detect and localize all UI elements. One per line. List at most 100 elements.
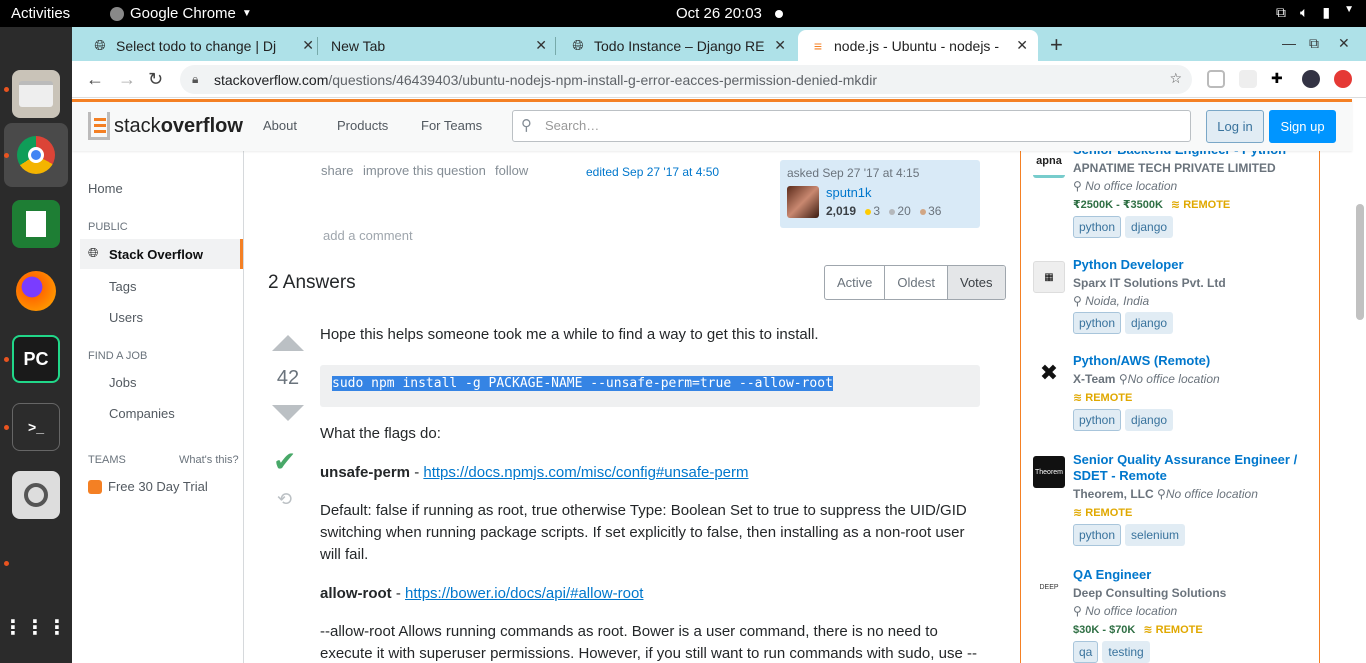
maximize-button[interactable]: ⧉	[1309, 35, 1319, 52]
close-icon[interactable]: ✕	[535, 37, 547, 54]
search-input[interactable]: ⚲ Search…	[512, 110, 1191, 142]
nav-companies[interactable]: Companies	[109, 406, 175, 421]
nav-about[interactable]: About	[263, 118, 297, 133]
tab-todo-instance[interactable]: 🌐︎ Todo Instance – Django RE ✕	[558, 30, 796, 61]
job-salary: ₹2500K - ₹3500K	[1073, 199, 1163, 211]
profile-avatar[interactable]	[1302, 70, 1320, 88]
close-window-button[interactable]: ✕	[1338, 35, 1350, 52]
tab-new-tab[interactable]: New Tab ✕	[319, 30, 557, 61]
job-tags: qa testing	[1073, 641, 1150, 663]
job-listing[interactable]: apna Senior Backend Engineer - Python AP…	[1033, 142, 1313, 242]
reload-button[interactable]: ↻	[148, 69, 163, 90]
flag2-docs-link[interactable]: https://bower.io/docs/api/#allow-root	[405, 585, 643, 602]
minimize-button[interactable]: —	[1282, 35, 1296, 51]
nav-products[interactable]: Products	[337, 118, 388, 133]
tag-python[interactable]: python	[1073, 216, 1122, 238]
bookmark-star-icon[interactable]: ☆	[1169, 70, 1182, 87]
avatar[interactable]	[787, 186, 819, 218]
nav-users[interactable]: Users	[109, 310, 143, 325]
edited-link[interactable]: edited Sep 27 '17 at 4:50	[586, 165, 719, 179]
location-pin-icon: ⚲	[1073, 604, 1082, 618]
pycharm-icon[interactable]: PC	[12, 335, 60, 383]
job-title[interactable]: Python Developer	[1073, 257, 1303, 273]
tag-testing[interactable]: testing	[1102, 641, 1150, 663]
chrome-icon[interactable]	[12, 131, 60, 179]
code-text[interactable]: sudo npm install -g PACKAGE-NAME --unsaf…	[332, 376, 833, 391]
flag1-separator: -	[410, 464, 424, 481]
tag-selenium[interactable]: selenium	[1125, 524, 1186, 546]
flag2-line: allow-root - https://bower.io/docs/api/#…	[320, 583, 980, 605]
spreadsheet-icon[interactable]	[12, 200, 60, 248]
location-text: No office location	[1165, 487, 1258, 501]
sort-votes[interactable]: Votes	[947, 266, 1005, 299]
job-location: ⚲ Noida, India	[1073, 294, 1149, 308]
improve-question-link[interactable]: improve this question	[363, 163, 486, 178]
tag-python[interactable]: python	[1073, 409, 1122, 431]
nav-tags[interactable]: Tags	[109, 279, 136, 294]
tag-python[interactable]: python	[1073, 312, 1122, 334]
job-listing[interactable]: ▦ Python Developer Sparx IT Solutions Pv…	[1033, 257, 1313, 337]
activities-button[interactable]: Activities	[11, 5, 70, 22]
puzzle-icon[interactable]: ✚	[1271, 70, 1289, 88]
search-tool-icon[interactable]	[12, 471, 60, 519]
job-listing[interactable]: Theorem Senior Quality Assurance Enginee…	[1033, 452, 1313, 552]
extension-icon[interactable]	[1239, 70, 1257, 88]
files-icon[interactable]	[12, 70, 60, 118]
nav-for-teams[interactable]: For Teams	[421, 118, 482, 133]
signup-button[interactable]: Sign up	[1269, 110, 1336, 143]
tag-django[interactable]: django	[1125, 216, 1174, 238]
tag-python[interactable]: python	[1073, 524, 1122, 546]
downvote-button[interactable]	[272, 405, 304, 421]
close-icon[interactable]: ✕	[302, 37, 314, 54]
login-button[interactable]: Log in	[1206, 110, 1264, 143]
job-listing[interactable]: ✖ Python/AWS (Remote) X-Team ⚲No office …	[1033, 353, 1313, 433]
location-text: No office location	[1085, 179, 1178, 193]
tag-django[interactable]: django	[1125, 409, 1174, 431]
add-comment-link[interactable]: add a comment	[323, 228, 413, 243]
show-apps-icon[interactable]: ⋮⋮⋮	[3, 603, 67, 651]
location-pin-icon: ⚲	[1073, 294, 1082, 308]
code-block: sudo npm install -g PACKAGE-NAME --unsaf…	[320, 365, 980, 407]
close-icon[interactable]: ✕	[774, 37, 786, 54]
extension-icon[interactable]	[1207, 70, 1225, 88]
tab-node-ubuntu[interactable]: ≡ node.js - Ubuntu - nodejs - ✕	[798, 30, 1038, 61]
flag1-docs-link[interactable]: https://docs.npmjs.com/misc/config#unsaf…	[423, 464, 748, 481]
tag-qa[interactable]: qa	[1073, 641, 1099, 663]
new-tab-button[interactable]: +	[1050, 32, 1063, 58]
app-menu[interactable]: Google Chrome ▼	[110, 5, 252, 22]
tag-django[interactable]: django	[1125, 312, 1174, 334]
nav-home[interactable]: Home	[88, 181, 123, 196]
upvote-button[interactable]	[272, 335, 304, 351]
job-title[interactable]: Senior Quality Assurance Engineer / SDET…	[1073, 452, 1303, 484]
system-tray[interactable]: ⧉ 🔈︎ ▮ ▼	[1276, 4, 1354, 21]
accepted-check-icon: ✔	[273, 446, 297, 477]
address-bar[interactable]: 🔒︎ stackoverflow.com/questions/46439403/…	[180, 65, 1192, 94]
history-icon[interactable]: ⟲	[277, 489, 292, 510]
share-link[interactable]: share	[321, 163, 354, 178]
tab-django-admin[interactable]: 🌐︎ Select todo to change | Dj ✕	[80, 30, 324, 61]
page-scrollbar[interactable]	[1356, 204, 1364, 320]
whats-this-link[interactable]: What's this?	[179, 454, 239, 466]
sort-active[interactable]: Active	[825, 266, 886, 299]
clock[interactable]: Oct 26 20:03	[676, 5, 762, 22]
firefox-icon[interactable]	[12, 267, 60, 315]
nav-jobs[interactable]: Jobs	[109, 375, 136, 390]
job-meta: ≋ REMOTE	[1073, 391, 1132, 404]
free-trial-link[interactable]: Free 30 Day Trial	[88, 479, 208, 494]
close-icon[interactable]: ✕	[1016, 37, 1028, 54]
job-title[interactable]: Python/AWS (Remote)	[1073, 353, 1303, 369]
reputation-score: 2,019	[826, 204, 857, 218]
follow-link[interactable]: follow	[495, 163, 528, 178]
user-name-link[interactable]: sputn1k	[826, 185, 872, 200]
silver-count: 20	[897, 204, 911, 218]
forward-button[interactable]: →	[118, 69, 136, 90]
terminal-icon[interactable]: >_	[12, 403, 60, 451]
job-listing[interactable]: DEEP QA Engineer Deep Consulting Solutio…	[1033, 567, 1313, 663]
so-logo[interactable]: stack overflow	[88, 112, 243, 140]
back-button[interactable]: ←	[86, 69, 104, 90]
update-icon[interactable]	[1334, 70, 1352, 88]
tab-bar: 🌐︎ Select todo to change | Dj ✕ New Tab …	[72, 27, 1366, 61]
sort-oldest[interactable]: Oldest	[885, 266, 948, 299]
nav-stack-overflow[interactable]: 🌐︎ Stack Overflow	[80, 239, 243, 269]
job-title[interactable]: QA Engineer	[1073, 567, 1303, 583]
